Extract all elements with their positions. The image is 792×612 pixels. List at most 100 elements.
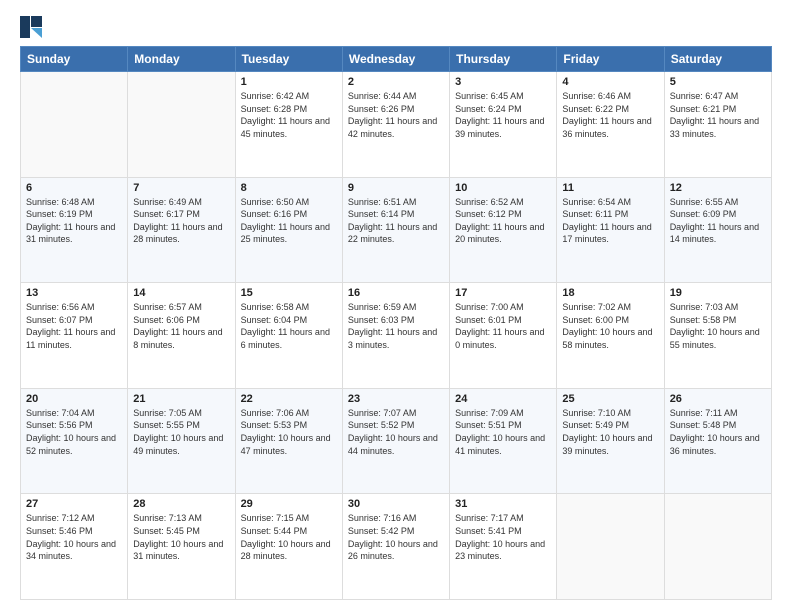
day-number: 15 [241, 287, 337, 299]
weekday-header-thursday: Thursday [450, 47, 557, 72]
weekday-header-wednesday: Wednesday [342, 47, 449, 72]
weekday-header-friday: Friday [557, 47, 664, 72]
calendar-cell: 30 Sunrise: 7:16 AMSunset: 5:42 PMDayligh… [342, 494, 449, 600]
calendar-cell: 6 Sunrise: 6:48 AMSunset: 6:19 PMDaylight… [21, 177, 128, 283]
calendar-cell: 2 Sunrise: 6:44 AMSunset: 6:26 PMDaylight… [342, 72, 449, 178]
day-info: Sunrise: 7:11 AMSunset: 5:48 PMDaylight:… [670, 407, 766, 457]
calendar-cell [128, 72, 235, 178]
calendar-cell [557, 494, 664, 600]
day-info: Sunrise: 7:05 AMSunset: 5:55 PMDaylight:… [133, 407, 229, 457]
calendar-cell: 19 Sunrise: 7:03 AMSunset: 5:58 PMDayligh… [664, 283, 771, 389]
calendar-cell: 3Sunrise: 6:45 AMSunset: 6:24 PMDaylight… [450, 72, 557, 178]
calendar-week-3: 13 Sunrise: 6:56 AMSunset: 6:07 PMDayligh… [21, 283, 772, 389]
day-number: 8 [241, 182, 337, 194]
day-number: 27 [26, 498, 122, 510]
day-info: Sunrise: 7:07 AMSunset: 5:52 PMDaylight:… [348, 407, 444, 457]
day-info: Sunrise: 7:17 AMSunset: 5:41 PMDaylight:… [455, 512, 551, 562]
weekday-header-row: SundayMondayTuesdayWednesdayThursdayFrid… [21, 47, 772, 72]
day-number: 9 [348, 182, 444, 194]
calendar-cell: 7Sunrise: 6:49 AMSunset: 6:17 PMDaylight… [128, 177, 235, 283]
day-info: Sunrise: 7:12 AMSunset: 5:46 PMDaylight:… [26, 512, 122, 562]
calendar-cell: 31 Sunrise: 7:17 AMSunset: 5:41 PMDayligh… [450, 494, 557, 600]
day-number: 29 [241, 498, 337, 510]
calendar-cell: 26 Sunrise: 7:11 AMSunset: 5:48 PMDayligh… [664, 388, 771, 494]
day-number: 26 [670, 393, 766, 405]
day-info: Sunrise: 6:50 AMSunset: 6:16 PMDaylight:… [241, 196, 337, 246]
day-number: 10 [455, 182, 551, 194]
day-number: 23 [348, 393, 444, 405]
day-info: Sunrise: 7:06 AMSunset: 5:53 PMDaylight:… [241, 407, 337, 457]
day-info: Sunrise: 7:13 AMSunset: 5:45 PMDaylight:… [133, 512, 229, 562]
day-info: Sunrise: 7:04 AMSunset: 5:56 PMDaylight:… [26, 407, 122, 457]
day-number: 20 [26, 393, 122, 405]
calendar-week-4: 20 Sunrise: 7:04 AMSunset: 5:56 PMDayligh… [21, 388, 772, 494]
calendar-cell [21, 72, 128, 178]
day-number: 18 [562, 287, 658, 299]
calendar-cell: 21 Sunrise: 7:05 AMSunset: 5:55 PMDayligh… [128, 388, 235, 494]
day-info: Sunrise: 6:44 AMSunset: 6:26 PMDaylight:… [348, 90, 444, 140]
day-info: Sunrise: 7:09 AMSunset: 5:51 PMDaylight:… [455, 407, 551, 457]
day-number: 21 [133, 393, 229, 405]
day-number: 12 [670, 182, 766, 194]
day-number: 31 [455, 498, 551, 510]
day-info: Sunrise: 6:46 AMSunset: 6:22 PMDaylight:… [562, 90, 658, 140]
calendar-cell: 12 Sunrise: 6:55 AMSunset: 6:09 PMDayligh… [664, 177, 771, 283]
calendar-cell: 24 Sunrise: 7:09 AMSunset: 5:51 PMDayligh… [450, 388, 557, 494]
day-info: Sunrise: 6:47 AMSunset: 6:21 PMDaylight:… [670, 90, 766, 140]
day-number: 13 [26, 287, 122, 299]
calendar-cell: 22 Sunrise: 7:06 AMSunset: 5:53 PMDayligh… [235, 388, 342, 494]
calendar-cell: 4 Sunrise: 6:46 AMSunset: 6:22 PMDaylight… [557, 72, 664, 178]
day-number: 25 [562, 393, 658, 405]
day-info: Sunrise: 6:52 AMSunset: 6:12 PMDaylight:… [455, 196, 551, 246]
day-number: 30 [348, 498, 444, 510]
calendar-cell: 18 Sunrise: 7:02 AMSunset: 6:00 PMDayligh… [557, 283, 664, 389]
day-info: Sunrise: 6:58 AMSunset: 6:04 PMDaylight:… [241, 301, 337, 351]
day-info: Sunrise: 7:15 AMSunset: 5:44 PMDaylight:… [241, 512, 337, 562]
calendar-cell: 29 Sunrise: 7:15 AMSunset: 5:44 PMDayligh… [235, 494, 342, 600]
day-number: 24 [455, 393, 551, 405]
day-info: Sunrise: 6:56 AMSunset: 6:07 PMDaylight:… [26, 301, 122, 351]
day-number: 4 [562, 76, 658, 88]
day-number: 19 [670, 287, 766, 299]
page: SundayMondayTuesdayWednesdayThursdayFrid… [0, 0, 792, 612]
calendar-cell: 9 Sunrise: 6:51 AMSunset: 6:14 PMDaylight… [342, 177, 449, 283]
calendar-cell: 1 Sunrise: 6:42 AMSunset: 6:28 PMDaylight… [235, 72, 342, 178]
day-info: Sunrise: 6:49 AMSunset: 6:17 PMDaylight:… [133, 196, 229, 246]
weekday-header-monday: Monday [128, 47, 235, 72]
day-number: 22 [241, 393, 337, 405]
day-info: Sunrise: 6:51 AMSunset: 6:14 PMDaylight:… [348, 196, 444, 246]
day-info: Sunrise: 7:02 AMSunset: 6:00 PMDaylight:… [562, 301, 658, 351]
calendar-cell: 23 Sunrise: 7:07 AMSunset: 5:52 PMDayligh… [342, 388, 449, 494]
day-info: Sunrise: 6:57 AMSunset: 6:06 PMDaylight:… [133, 301, 229, 351]
calendar-cell: 11Sunrise: 6:54 AMSunset: 6:11 PMDayligh… [557, 177, 664, 283]
day-info: Sunrise: 6:59 AMSunset: 6:03 PMDaylight:… [348, 301, 444, 351]
day-number: 2 [348, 76, 444, 88]
day-number: 28 [133, 498, 229, 510]
day-info: Sunrise: 7:00 AMSunset: 6:01 PMDaylight:… [455, 301, 551, 351]
calendar-cell: 13 Sunrise: 6:56 AMSunset: 6:07 PMDayligh… [21, 283, 128, 389]
day-number: 3 [455, 76, 551, 88]
day-number: 6 [26, 182, 122, 194]
calendar-cell: 8 Sunrise: 6:50 AMSunset: 6:16 PMDaylight… [235, 177, 342, 283]
day-info: Sunrise: 7:03 AMSunset: 5:58 PMDaylight:… [670, 301, 766, 351]
calendar-week-5: 27 Sunrise: 7:12 AMSunset: 5:46 PMDayligh… [21, 494, 772, 600]
calendar-cell: 27 Sunrise: 7:12 AMSunset: 5:46 PMDayligh… [21, 494, 128, 600]
day-info: Sunrise: 6:48 AMSunset: 6:19 PMDaylight:… [26, 196, 122, 246]
day-number: 1 [241, 76, 337, 88]
day-info: Sunrise: 6:42 AMSunset: 6:28 PMDaylight:… [241, 90, 337, 140]
day-info: Sunrise: 7:10 AMSunset: 5:49 PMDaylight:… [562, 407, 658, 457]
weekday-header-sunday: Sunday [21, 47, 128, 72]
calendar-week-2: 6 Sunrise: 6:48 AMSunset: 6:19 PMDaylight… [21, 177, 772, 283]
calendar-cell: 28 Sunrise: 7:13 AMSunset: 5:45 PMDayligh… [128, 494, 235, 600]
day-number: 14 [133, 287, 229, 299]
calendar-cell: 17 Sunrise: 7:00 AMSunset: 6:01 PMDayligh… [450, 283, 557, 389]
calendar-cell: 14 Sunrise: 6:57 AMSunset: 6:06 PMDayligh… [128, 283, 235, 389]
day-number: 17 [455, 287, 551, 299]
day-number: 5 [670, 76, 766, 88]
weekday-header-saturday: Saturday [664, 47, 771, 72]
calendar-cell: 15 Sunrise: 6:58 AMSunset: 6:04 PMDayligh… [235, 283, 342, 389]
calendar-cell: 16Sunrise: 6:59 AMSunset: 6:03 PMDayligh… [342, 283, 449, 389]
header [20, 16, 772, 38]
day-info: Sunrise: 7:16 AMSunset: 5:42 PMDaylight:… [348, 512, 444, 562]
day-info: Sunrise: 6:55 AMSunset: 6:09 PMDaylight:… [670, 196, 766, 246]
